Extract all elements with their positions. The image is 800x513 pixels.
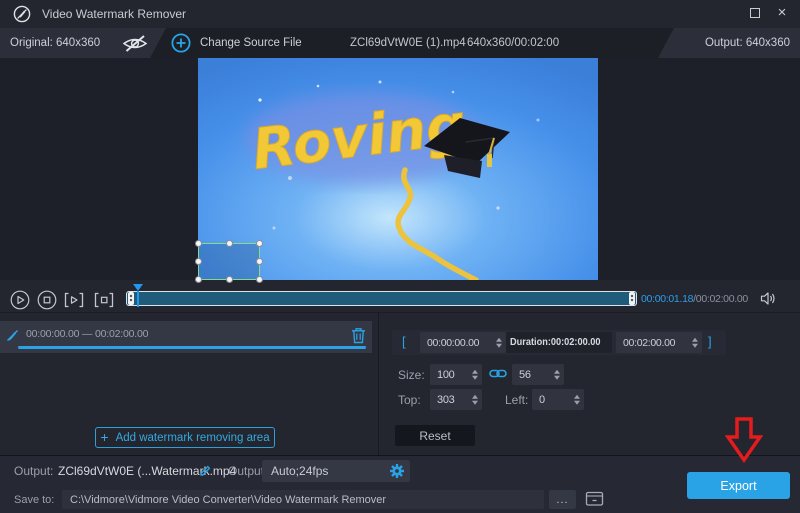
reset-button[interactable]: Reset [395,425,475,446]
playhead[interactable] [133,284,143,307]
selection-handle-mid-left[interactable] [195,258,202,265]
duration-label: Duration:00:02:00.00 [510,337,601,348]
spinner-up-icon[interactable] [496,337,502,341]
maximize-icon [750,8,760,18]
panel-divider [378,313,379,456]
app-logo-icon [13,5,31,23]
left-label: Left: [505,393,528,407]
top-label: Top: [398,393,421,407]
source-filename: ZCl69dVtW0E (1).mp4 [350,37,466,49]
plus-icon: + [100,430,108,444]
volume-icon[interactable] [760,291,777,306]
start-time-value: 00:00:00.00 [427,337,479,349]
play-button[interactable] [10,290,30,310]
spinner-down-icon[interactable] [496,344,502,348]
save-path-value: C:\Vidmore\Vidmore Video Converter\Video… [70,494,386,506]
spinner-down-icon[interactable] [554,376,560,380]
duration-label-box: Duration:00:02:00.00 [506,332,612,353]
spinner-up-icon[interactable] [692,337,698,341]
bottom-bar: Output: ZCl69dVtW0E (...Watermark.mp4 Ou… [0,455,800,513]
playhead-triangle [133,284,143,291]
link-dimensions-icon[interactable] [489,367,507,380]
open-folder-icon[interactable] [585,490,604,507]
output-format-value: Auto;24fps [271,464,328,478]
watermark-track-row[interactable]: 00:00:00.00 — 00:02:00.00 [0,321,372,353]
output-filename-label: Output: [14,464,53,478]
maximize-button[interactable] [746,7,764,21]
toolbar: Original: 640x360 Change Source File ZCl… [0,28,800,58]
track-time-range: 00:00:00.00 — 00:02:00.00 [26,328,148,340]
selection-handle-bottom-left[interactable] [195,276,202,283]
add-watermark-area-button[interactable]: + Add watermark removing area [95,427,275,448]
size-width-value: 100 [437,369,454,381]
set-end-bracket-button[interactable]: ] [708,334,712,349]
timeline-track[interactable] [126,291,637,306]
output-resolution-label: Output: 640x360 [705,37,790,49]
spinner-down-icon[interactable] [472,401,478,405]
end-time-field[interactable]: 00:02:00.00 [616,332,702,353]
spinner-down-icon[interactable] [574,401,580,405]
spinner-up-icon[interactable] [554,369,560,373]
current-time: 00:00:01.18 [641,293,693,305]
add-source-icon[interactable] [171,33,191,53]
spinner-up-icon[interactable] [472,394,478,398]
watermark-remover-icon [5,328,20,343]
spinner-up-icon[interactable] [472,369,478,373]
browse-button[interactable]: ... [549,490,576,509]
export-button[interactable]: Export [687,472,790,499]
section-play-button[interactable] [62,290,86,310]
size-height-field[interactable]: 56 [512,364,564,385]
video-preview: Roving [198,58,598,280]
selection-handle-top-left[interactable] [195,240,202,247]
left-field[interactable]: 0 [532,389,584,410]
stop-button[interactable] [37,290,57,310]
eye-off-icon[interactable] [120,33,150,54]
change-source-button[interactable]: Change Source File [200,37,302,49]
time-range-strip: [ 00:00:00.00 Duration:00:02:00.00 00:02… [392,330,726,355]
selection-handle-mid-right[interactable] [256,258,263,265]
spinner-down-icon[interactable] [472,376,478,380]
set-start-bracket-button[interactable]: [ [402,334,406,349]
original-resolution-label: Original: 640x360 [10,37,100,49]
section-stop-button[interactable] [92,290,116,310]
output-format-field[interactable]: Auto;24fps [262,460,410,482]
timeline-handle-right[interactable] [629,292,635,305]
start-time-field[interactable]: 00:00:00.00 [420,332,506,353]
playhead-line [137,291,139,307]
time-display: 00:00:01.18/00:02:00.00 [641,293,748,305]
add-watermark-area-label: Add watermark removing area [116,432,270,444]
edit-filename-icon[interactable] [198,464,212,478]
app-window: Video Watermark Remover × Original: 640x… [0,0,800,513]
selection-handle-bottom-mid[interactable] [226,276,233,283]
title-bar: Video Watermark Remover × [0,0,800,28]
top-value: 303 [437,394,454,406]
close-button[interactable]: × [772,3,792,23]
spinner-down-icon[interactable] [692,344,698,348]
total-time: /00:02:00.00 [693,293,748,305]
settings-gear-icon[interactable] [389,463,405,479]
selection-handle-top-mid[interactable] [226,240,233,247]
preview-stage: Roving [0,58,800,280]
watermark-selection-box[interactable] [198,243,260,280]
top-field[interactable]: 303 [430,389,482,410]
save-to-label: Save to: [14,494,54,506]
size-height-value: 56 [519,369,531,381]
selection-handle-bottom-right[interactable] [256,276,263,283]
end-time-value: 00:02:00.00 [623,337,675,349]
selection-handle-top-right[interactable] [256,240,263,247]
window-title: Video Watermark Remover [42,7,186,21]
track-duration-bar[interactable] [18,346,366,349]
save-path-field[interactable]: C:\Vidmore\Vidmore Video Converter\Video… [62,490,544,509]
trash-icon[interactable] [351,327,366,344]
left-value: 0 [539,394,545,406]
size-width-field[interactable]: 100 [430,364,482,385]
spinner-up-icon[interactable] [574,394,580,398]
size-label: Size: [398,368,425,382]
source-resolution-duration: 640x360/00:02:00 [467,37,559,49]
workspace: 00:00:00.00 — 00:02:00.00 + Add watermar… [0,312,800,455]
